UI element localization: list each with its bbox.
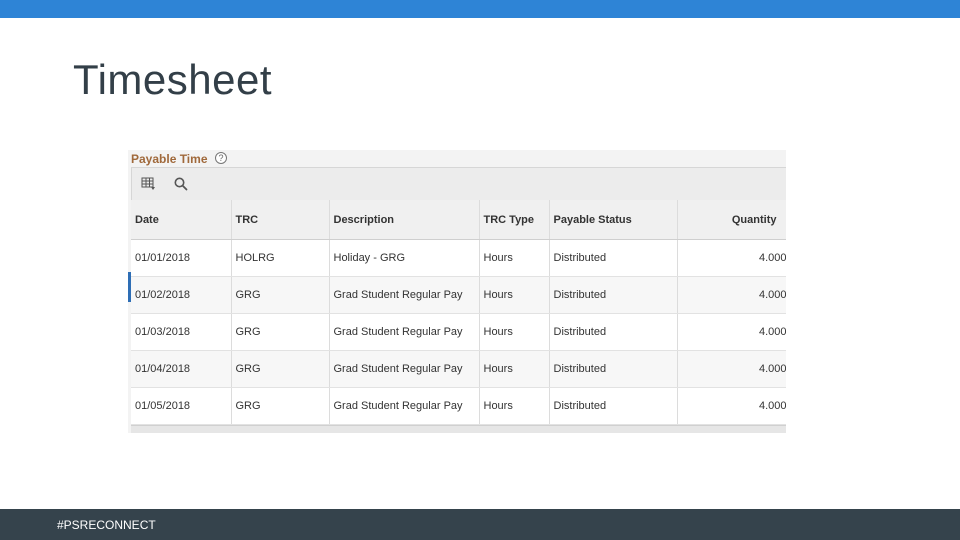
table-row: 01/03/2018 GRG Grad Student Regular Pay … bbox=[131, 313, 786, 351]
quantity-cell: 4.000 bbox=[677, 239, 786, 277]
trc-type-cell: Hours bbox=[479, 276, 550, 314]
table-header-row: Date TRC Description TRC Type Payable St… bbox=[131, 200, 786, 240]
grid-toolbar bbox=[131, 167, 786, 201]
table-row: 01/01/2018 HOLRG Holiday - GRG Hours Dis… bbox=[131, 239, 786, 277]
column-header-date[interactable]: Date bbox=[131, 200, 232, 240]
grid-personalize-icon[interactable] bbox=[141, 176, 157, 192]
quantity-cell: 4.000 bbox=[677, 313, 786, 351]
trc-cell: GRG bbox=[231, 313, 330, 351]
column-header-trc[interactable]: TRC bbox=[231, 200, 330, 240]
quantity-cell: 4.000 bbox=[677, 387, 786, 425]
horizontal-scrollbar[interactable] bbox=[131, 425, 786, 433]
column-header-description[interactable]: Description bbox=[329, 200, 480, 240]
payable-status-cell: Distributed bbox=[549, 313, 678, 351]
date-cell: 01/04/2018 bbox=[131, 350, 232, 388]
trc-type-cell: Hours bbox=[479, 350, 550, 388]
payable-status-cell: Distributed bbox=[549, 239, 678, 277]
search-icon[interactable] bbox=[173, 176, 189, 192]
footer-hashtag: #PSRECONNECT bbox=[57, 518, 156, 532]
trc-cell: HOLRG bbox=[231, 239, 330, 277]
trc-type-cell: Hours bbox=[479, 239, 550, 277]
panel-header: Payable Time ? bbox=[128, 150, 786, 168]
footer-bar: #PSRECONNECT bbox=[0, 509, 960, 540]
payable-time-screenshot: Payable Time ? Date TRC Description TRC … bbox=[128, 150, 786, 433]
table-row: 01/05/2018 GRG Grad Student Regular Pay … bbox=[131, 387, 786, 425]
slide-title: Timesheet bbox=[73, 56, 273, 103]
description-cell: Holiday - GRG bbox=[329, 239, 480, 277]
date-cell: 01/02/2018 bbox=[131, 276, 232, 314]
column-header-trc-type[interactable]: TRC Type bbox=[479, 200, 550, 240]
trc-cell: GRG bbox=[231, 350, 330, 388]
panel-title: Payable Time bbox=[131, 152, 208, 166]
top-accent-bar bbox=[0, 0, 960, 18]
trc-cell: GRG bbox=[231, 387, 330, 425]
payable-status-cell: Distributed bbox=[549, 276, 678, 314]
table-row: 01/02/2018 GRG Grad Student Regular Pay … bbox=[131, 276, 786, 314]
trc-cell: GRG bbox=[231, 276, 330, 314]
date-cell: 01/05/2018 bbox=[131, 387, 232, 425]
description-cell: Grad Student Regular Pay bbox=[329, 276, 480, 314]
quantity-cell: 4.000 bbox=[677, 350, 786, 388]
description-cell: Grad Student Regular Pay bbox=[329, 387, 480, 425]
date-cell: 01/01/2018 bbox=[131, 239, 232, 277]
help-icon[interactable]: ? bbox=[215, 152, 227, 164]
payable-time-grid: Date TRC Description TRC Type Payable St… bbox=[128, 200, 786, 425]
column-header-quantity[interactable]: Quantity bbox=[677, 200, 786, 240]
trc-type-cell: Hours bbox=[479, 313, 550, 351]
payable-status-cell: Distributed bbox=[549, 350, 678, 388]
description-cell: Grad Student Regular Pay bbox=[329, 313, 480, 351]
description-cell: Grad Student Regular Pay bbox=[329, 350, 480, 388]
payable-status-cell: Distributed bbox=[549, 387, 678, 425]
column-header-payable-status[interactable]: Payable Status bbox=[549, 200, 678, 240]
table-row: 01/04/2018 GRG Grad Student Regular Pay … bbox=[131, 350, 786, 388]
trc-type-cell: Hours bbox=[479, 387, 550, 425]
row-focus-marker bbox=[128, 272, 131, 302]
payable-time-table: Date TRC Description TRC Type Payable St… bbox=[131, 200, 786, 425]
quantity-cell: 4.000 bbox=[677, 276, 786, 314]
date-cell: 01/03/2018 bbox=[131, 313, 232, 351]
